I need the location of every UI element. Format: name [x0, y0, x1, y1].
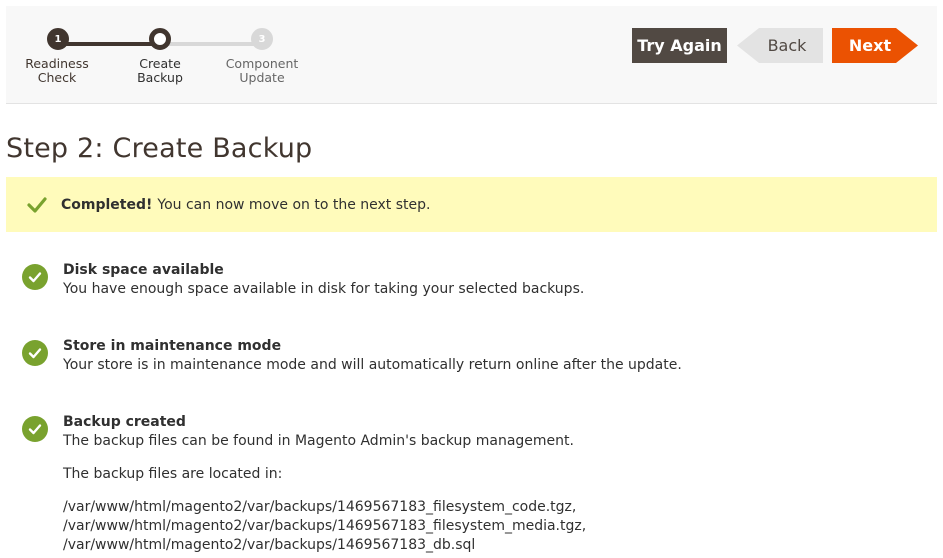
backup-location-label: The backup files are located in:	[63, 466, 283, 482]
success-circle-icon	[22, 416, 48, 442]
step-dot-update: 3	[251, 28, 273, 50]
message-title: Completed!	[61, 196, 153, 213]
next-button-label: Next	[848, 36, 892, 55]
step-label-backup: Create Backup	[137, 56, 183, 85]
backup-file-path: /var/www/html/magento2/var/backups/14695…	[63, 518, 587, 534]
back-button-label: Back	[767, 36, 807, 55]
check-heading: Store in maintenance mode	[63, 338, 282, 354]
step-dot-readiness: 1	[47, 28, 69, 50]
success-message: Completed! You can now move on to the ne…	[6, 177, 937, 232]
check-heading: Backup created	[63, 414, 186, 430]
page-title: Step 2: Create Backup	[6, 133, 313, 164]
backup-file-path: /var/www/html/magento2/var/backups/14695…	[63, 537, 476, 553]
progress-stepper: 1 3 Readiness Check Create Backup Compon…	[6, 6, 326, 104]
success-circle-icon	[22, 264, 48, 290]
backup-file-path: /var/www/html/magento2/var/backups/14695…	[63, 499, 577, 515]
back-button[interactable]: Back	[737, 28, 823, 63]
check-heading: Disk space available	[63, 262, 224, 278]
top-toolbar: 1 3 Readiness Check Create Backup Compon…	[6, 6, 937, 104]
checkmark-icon	[27, 196, 47, 213]
step-label-update: Component Update	[225, 56, 299, 85]
message-text: You can now move on to the next step.	[157, 196, 431, 213]
step-label-readiness: Readiness Check	[25, 56, 89, 85]
progress-track-remaining	[160, 42, 262, 46]
success-circle-icon	[22, 340, 48, 366]
check-description: You have enough space available in disk …	[63, 281, 585, 297]
progress-track-complete	[58, 42, 160, 46]
check-description: Your store is in maintenance mode and wi…	[63, 357, 682, 373]
backup-file-list: /var/www/html/magento2/var/backups/14695…	[63, 498, 923, 555]
check-description: The backup files can be found in Magento…	[63, 433, 574, 449]
next-button[interactable]: Next	[832, 28, 918, 63]
step-dot-backup	[149, 28, 171, 50]
try-again-button[interactable]: Try Again	[632, 28, 727, 63]
